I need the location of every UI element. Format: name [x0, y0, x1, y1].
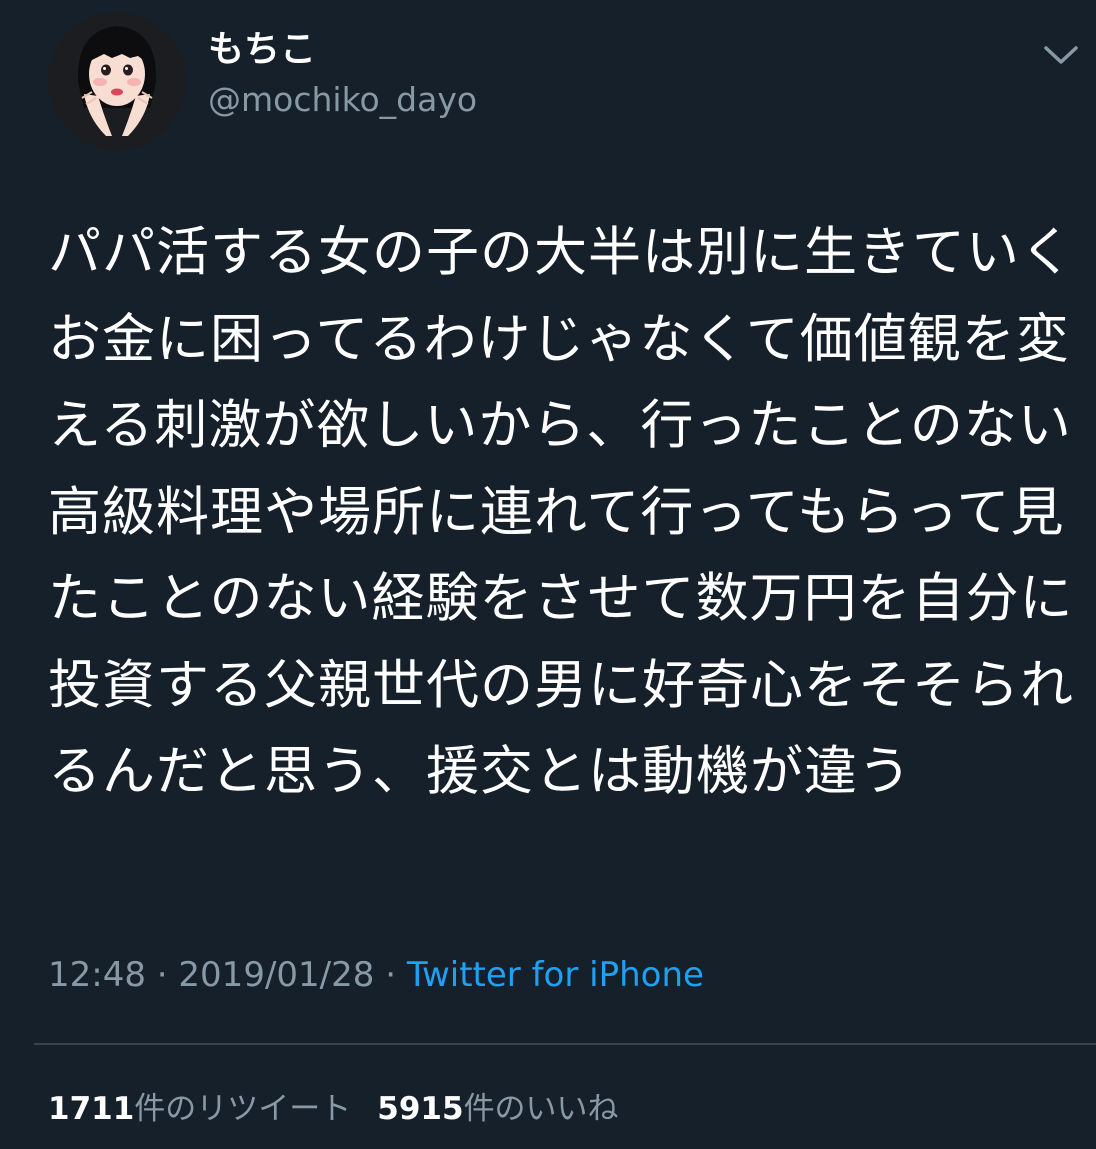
meta-separator: · [145, 955, 179, 995]
tweet-detail: もちこ @mochiko_dayo パパ活する女の子の大半は別に生きていくお金に… [0, 0, 1096, 1149]
tweet-date: 2019/01/28 [178, 955, 375, 995]
user-handle[interactable]: @mochiko_dayo [208, 78, 477, 122]
meta-separator: · [374, 955, 407, 995]
retweets-count: 1711 [48, 1091, 135, 1127]
tweet-metadata: 12:48 · 2019/01/28 · Twitter for iPhone [48, 950, 704, 1000]
likes-label: 件のいいね [463, 1091, 619, 1127]
retweets-stat[interactable]: 1711件のリツイート [48, 1091, 351, 1127]
tweet-menu-button[interactable] [1042, 40, 1080, 70]
likes-stat[interactable]: 5915件のいいね [377, 1091, 618, 1127]
divider [34, 1043, 1096, 1045]
tweet-text: パパ活する女の子の大半は別に生きていくお金に困ってるわけじゃなくて価値観を変える… [48, 222, 1074, 802]
tweet-source-link[interactable]: Twitter for iPhone [407, 955, 704, 995]
chevron-down-icon [1044, 46, 1078, 64]
illustrated-girl-avatar-icon [48, 12, 186, 150]
likes-count: 5915 [377, 1091, 464, 1127]
retweets-label: 件のリツイート [134, 1091, 352, 1127]
engagement-stats: 1711件のリツイート 5915件のいいね [48, 1084, 645, 1134]
tweet-time: 12:48 [48, 955, 146, 995]
avatar[interactable] [48, 12, 186, 150]
display-name[interactable]: もちこ [208, 28, 316, 72]
